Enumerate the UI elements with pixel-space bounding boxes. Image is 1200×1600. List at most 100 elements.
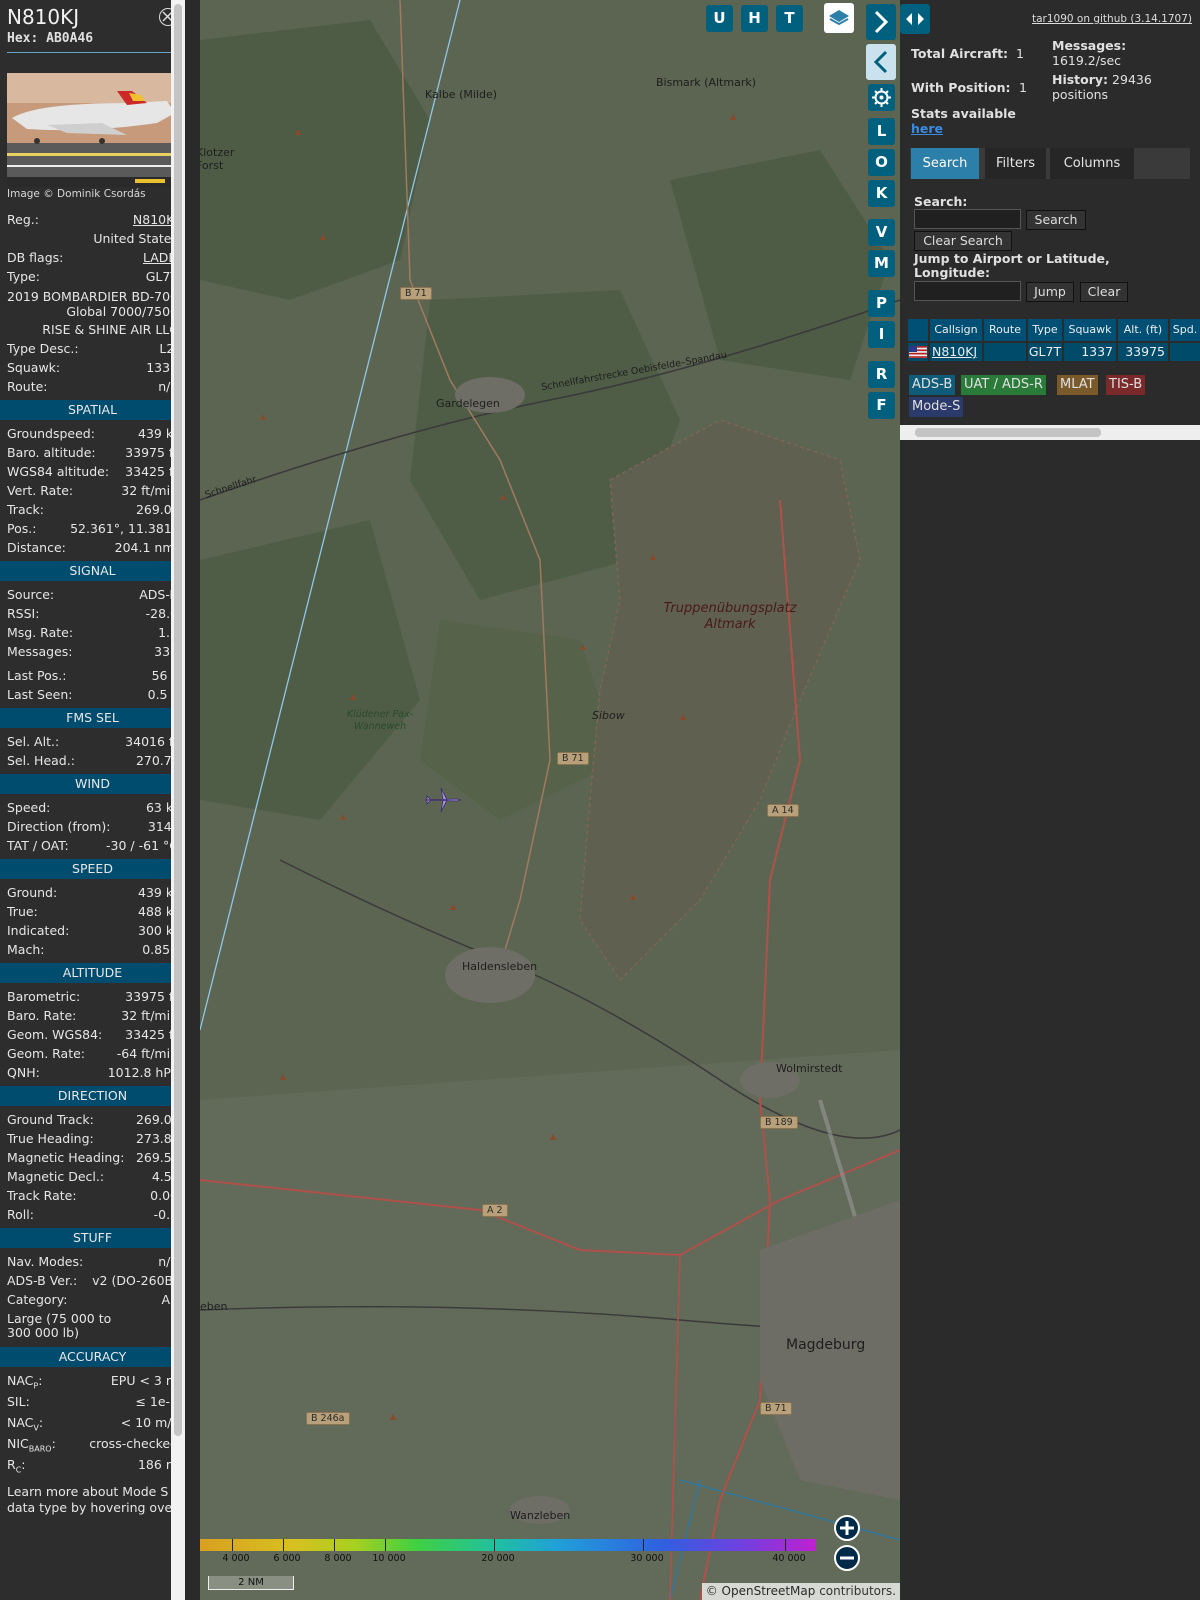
info-row: Geom. WGS84: 33425 ft	[7, 1027, 178, 1045]
info-row-label-text: Baro. altitude:	[7, 445, 96, 460]
map-label-bismark: Bismark (Altmark)	[656, 76, 757, 89]
settings-gear-icon[interactable]	[868, 84, 895, 111]
info-row-label: Baro. Rate:	[7, 1008, 76, 1023]
info-row-label-text: Ground:	[7, 885, 58, 900]
info-row-value: 204.1 nmi	[114, 540, 178, 555]
image-credit: Image © Dominik Csordás	[7, 188, 146, 200]
tab-search[interactable]: Search	[911, 148, 979, 179]
toggle-i-button[interactable]: I	[868, 321, 895, 348]
toggle-f-button[interactable]: F	[868, 392, 895, 419]
info-row-label: Geom. Rate:	[7, 1046, 85, 1061]
hscroll-thumb[interactable]	[915, 428, 1101, 437]
info-row-value: -30 / -61 °C	[106, 838, 178, 853]
info-panel-scrollbar[interactable]	[171, 0, 185, 1600]
total-aircraft-label: Total Aircraft:	[911, 46, 1009, 61]
info-row-label-text: Messages:	[7, 644, 73, 659]
toggle-u-button[interactable]: U	[706, 5, 733, 32]
table-horizontal-scrollbar[interactable]	[900, 425, 1200, 440]
with-position-label: With Position:	[911, 80, 1011, 95]
info-row: Magnetic Heading: 269.5°	[7, 1150, 178, 1168]
info-row: Distance: 204.1 nmi	[7, 540, 178, 558]
road-tag: B 189	[760, 1116, 798, 1129]
info-row: SIL: ≤ 1e-7	[7, 1394, 178, 1412]
toggle-layout-button[interactable]	[900, 4, 930, 34]
map-view[interactable]: Kalbe (Milde) Bismark (Altmark) Klotzer …	[200, 0, 900, 1600]
tab-filters[interactable]: Filters	[985, 148, 1046, 179]
road-tag: B 246a	[306, 1412, 350, 1425]
clear-search-button[interactable]: Clear Search	[914, 231, 1012, 251]
info-row-label: RSSI:	[7, 606, 39, 621]
info-row-label-text: Indicated:	[7, 923, 70, 938]
jump-input[interactable]	[914, 281, 1021, 301]
search-input[interactable]	[914, 209, 1021, 229]
osm-link[interactable]: OpenStreetMap	[722, 1584, 816, 1598]
info-row-label-text: Reg.:	[7, 212, 39, 227]
row-callsign[interactable]: N810KJ	[930, 343, 982, 361]
table-header-altitude[interactable]: Alt. (ft)	[1118, 319, 1168, 341]
road-tag: B 71	[557, 752, 589, 765]
info-row-label-text: Type:	[7, 269, 40, 284]
map-label-partial: eben	[200, 1300, 228, 1313]
legend-uat: UAT / ADS-R	[961, 375, 1046, 395]
info-row: Mach: 0.856	[7, 942, 178, 960]
messages-value: 1619.2/sec	[1052, 53, 1122, 68]
table-header-type[interactable]: Type	[1028, 319, 1062, 341]
legend-adsb: ADS-B	[909, 375, 956, 395]
map-background	[200, 0, 900, 1600]
info-row: ADS-B Ver.: v2 (DO-260B)	[7, 1273, 178, 1291]
info-row-label: True:	[7, 904, 38, 919]
info-row-label-text: True:	[7, 904, 38, 919]
section-header: WIND	[0, 774, 185, 794]
zoom-out-icon[interactable]	[834, 1545, 860, 1571]
collapse-sidebar-button[interactable]	[866, 44, 896, 80]
info-row-label-text: TAT / OAT:	[7, 838, 69, 853]
search-button[interactable]: Search	[1026, 210, 1086, 230]
info-row: Direction (from): 314°	[7, 819, 178, 837]
map-label-wolmirstedt: Wolmirstedt	[776, 1062, 843, 1075]
info-row-label: Reg.:	[7, 212, 39, 227]
table-header-squawk[interactable]: Squawk	[1064, 319, 1116, 341]
github-link[interactable]: tar1090 on github (3.14.1707)	[1032, 13, 1192, 25]
info-row: Ground Track: 269.0°	[7, 1112, 178, 1130]
toggle-m-button[interactable]: M	[868, 250, 895, 277]
toggle-p-button[interactable]: P	[868, 290, 895, 317]
table-header-route[interactable]: Route	[984, 319, 1026, 341]
aircraft-photo[interactable]	[7, 73, 178, 187]
scale-bar-label: 2 NM	[238, 1577, 264, 1588]
info-row-value: v2 (DO-260B)	[92, 1273, 178, 1288]
info-row-label: Speed:	[7, 800, 50, 815]
toggle-h-button[interactable]: H	[741, 5, 768, 32]
toggle-t-button[interactable]: T	[776, 5, 803, 32]
toggle-v-button[interactable]: V	[868, 219, 895, 246]
stats-here-link[interactable]: here	[911, 121, 943, 136]
tab-columns[interactable]: Columns	[1050, 148, 1134, 179]
table-header-speed[interactable]: Spd.	[1170, 319, 1200, 341]
toggle-o-button[interactable]: O	[868, 149, 895, 176]
clear-button[interactable]: Clear	[1080, 282, 1128, 302]
toggle-k-button[interactable]: K	[868, 180, 895, 207]
info-row-label-text: RSSI:	[7, 606, 40, 621]
layers-icon[interactable]	[824, 3, 854, 33]
info-row-label: Track:	[7, 502, 44, 517]
info-row-label-text: ADS-B Ver.:	[7, 1273, 78, 1288]
search-label: Search:	[914, 194, 968, 209]
table-header-callsign[interactable]: Callsign	[930, 319, 982, 341]
map-label-truppenuebungsplatz: Truppenübungsplatz Altmark	[663, 601, 797, 632]
info-row-label-text: True Heading:	[7, 1131, 94, 1146]
info-row: Route: n/a	[7, 379, 178, 397]
info-row-label: Roll:	[7, 1207, 34, 1222]
zoom-in-icon[interactable]	[834, 1515, 860, 1541]
aircraft-hex: Hex: AB0A46	[7, 31, 94, 46]
attribution-suffix: contributors.	[815, 1584, 896, 1598]
info-row-colon: :	[51, 1436, 56, 1451]
info-row: Messages: 336	[7, 644, 178, 662]
jump-button[interactable]: Jump	[1026, 282, 1074, 302]
toggle-l-button[interactable]: L	[868, 118, 895, 145]
expand-sidebar-button[interactable]	[866, 4, 896, 40]
scrollbar-thumb[interactable]	[174, 4, 182, 1436]
toggle-r-button[interactable]: R	[868, 361, 895, 388]
mode-s-footnote: Learn more about Mode S data type by hov…	[7, 1484, 178, 1515]
info-row-value: -64 ft/min	[116, 1046, 178, 1061]
map-label-sibow: Sibow	[592, 709, 625, 722]
info-row: Barometric: 33975 ft	[7, 989, 178, 1007]
